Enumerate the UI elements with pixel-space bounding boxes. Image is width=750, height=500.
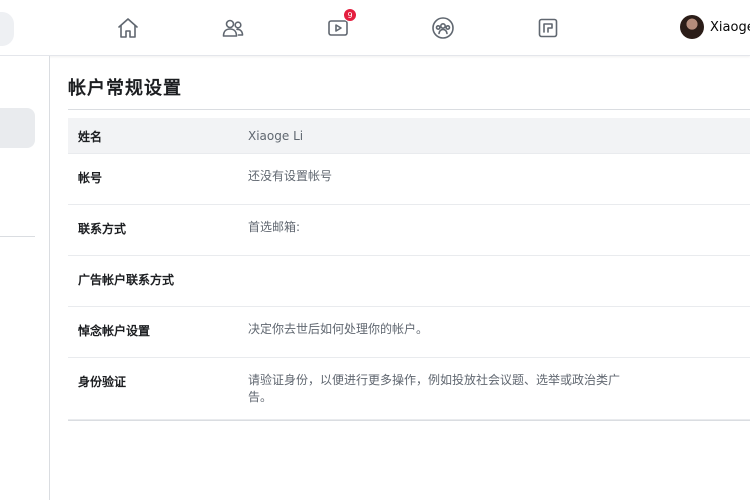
- setting-value: 决定你去世后如何处理你的帐户。: [248, 322, 429, 336]
- setting-row-contact[interactable]: 联系方式 首选邮箱:: [68, 205, 750, 256]
- top-navigation-bar: 9 Xiaoge Li: [0, 0, 750, 56]
- gaming-icon[interactable]: [533, 13, 563, 43]
- setting-row-username[interactable]: 帐号 还没有设置帐号: [68, 154, 750, 205]
- setting-value: 请验证身份，以便进行更多操作，例如投放社会议题、选举或政治类广告。: [248, 373, 621, 404]
- sidebar-item-general[interactable]: [0, 108, 35, 148]
- list-bottom-divider: [68, 420, 750, 421]
- setting-row-ad-contact[interactable]: 广告帐户联系方式: [68, 256, 750, 307]
- search-box-edge[interactable]: [0, 12, 14, 46]
- setting-label: 身份验证: [78, 375, 127, 389]
- setting-value: 首选邮箱:: [248, 220, 301, 234]
- settings-sidebar: [0, 56, 50, 500]
- groups-icon[interactable]: [428, 13, 458, 43]
- setting-row-name[interactable]: 姓名 Xiaoge Li: [68, 118, 750, 154]
- friends-icon[interactable]: [218, 13, 248, 43]
- setting-label: 广告帐户联系方式: [78, 273, 175, 287]
- setting-row-identity-confirmation[interactable]: 身份验证 请验证身份，以便进行更多操作，例如投放社会议题、选举或政治类广告。: [68, 358, 750, 420]
- setting-label: 悼念帐户设置: [78, 324, 151, 338]
- setting-value: 还没有设置帐号: [248, 169, 333, 183]
- setting-value: Xiaoge Li: [248, 129, 304, 143]
- watch-icon[interactable]: 9: [323, 8, 357, 43]
- setting-label: 联系方式: [78, 222, 127, 236]
- settings-list: 姓名 Xiaoge Li 帐号 还没有设置帐号 联系方式 首选邮箱: 广告帐户联…: [68, 118, 750, 421]
- title-divider: [68, 109, 750, 110]
- setting-row-memorialization[interactable]: 悼念帐户设置 决定你去世后如何处理你的帐户。: [68, 307, 750, 358]
- setting-label: 姓名: [78, 130, 103, 144]
- profile-button[interactable]: Xiaoge Li: [680, 15, 750, 39]
- page-title: 帐户常规设置: [68, 78, 182, 99]
- avatar: [680, 15, 704, 39]
- profile-name: Xiaoge Li: [710, 19, 750, 35]
- setting-label: 帐号: [78, 171, 103, 185]
- home-icon[interactable]: [113, 13, 143, 43]
- watch-notification-badge: 9: [343, 8, 357, 22]
- sidebar-divider: [0, 236, 35, 237]
